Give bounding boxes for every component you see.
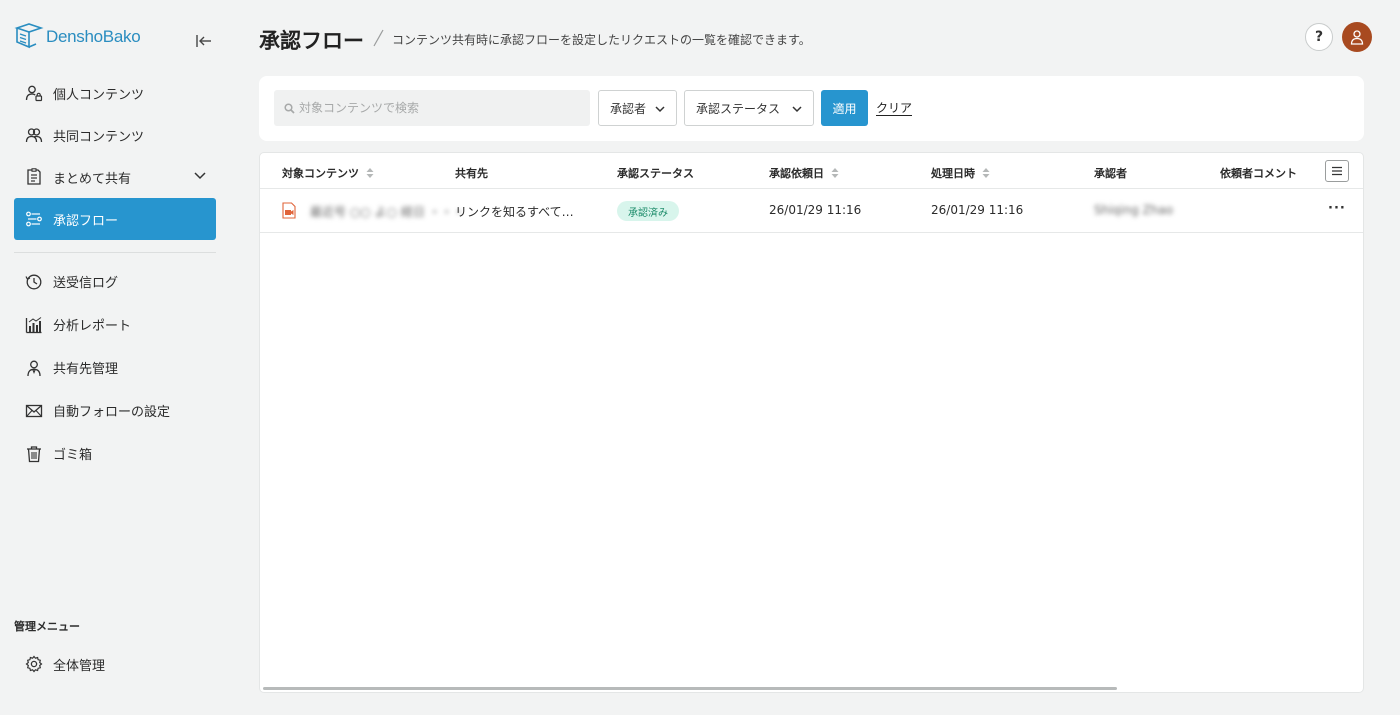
content-name[interactable]: 最近号 ○○ よ○ 経日 ・・・: [310, 203, 465, 220]
admin-menu-label: 管理メニュー: [14, 620, 80, 633]
logo-box-icon: [14, 23, 44, 49]
processed-date: 26/01/29 11:16: [931, 203, 1024, 217]
sidebar-item-label: 分析レポート: [53, 319, 132, 334]
person-lock-icon: [24, 83, 44, 103]
contact-icon: [24, 358, 44, 378]
sidebar-item-approval-flow[interactable]: 承認フロー: [14, 198, 216, 240]
page-description: コンテンツ共有時に承認フローを設定したリクエストの一覧を確認できます。: [392, 33, 811, 47]
sidebar-item-label: 共同コンテンツ: [53, 129, 145, 145]
search-icon: [284, 102, 295, 114]
clear-link[interactable]: クリア: [876, 101, 913, 116]
app-root: DenshoBako 個人コンテンツ 共同コンテンツ まとめて共有 承認フロー …: [0, 0, 1400, 715]
chevron-down-icon: [655, 106, 665, 113]
column-header-requester-comment: 依頼者コメント: [1220, 167, 1297, 180]
sidebar-nav: 個人コンテンツ 共同コンテンツ まとめて共有 承認フロー: [14, 72, 216, 240]
status-filter-dropdown[interactable]: 承認ステータス: [684, 90, 814, 126]
bulk-share-icon: [24, 167, 44, 187]
column-header-requested-date[interactable]: 承認依頼日: [769, 165, 839, 181]
column-header-approver: 承認者: [1094, 167, 1127, 180]
row-more-button[interactable]: ···: [1328, 201, 1346, 216]
sidebar-item-label: 自動フォローの設定: [53, 405, 171, 420]
logo-text: DenshoBako: [46, 27, 141, 46]
trash-icon: [24, 444, 44, 464]
logo[interactable]: DenshoBako: [14, 20, 218, 54]
sidebar-item-label: 承認フロー: [53, 213, 119, 229]
sort-icon[interactable]: [366, 167, 374, 179]
sidebar-item-label: 全体管理: [53, 658, 106, 674]
sidebar-item-analytics-report[interactable]: 分析レポート: [14, 303, 216, 346]
sidebar-item-transfer-log[interactable]: 送受信ログ: [14, 260, 216, 303]
horizontal-scrollbar[interactable]: [263, 687, 1117, 690]
sidebar-item-label: 共有先管理: [53, 362, 119, 377]
approval-table: 対象コンテンツ 共有先 承認ステータス 承認依頼日 処理日時 承認者 依頼者コメ…: [259, 152, 1364, 693]
avatar[interactable]: [1342, 22, 1372, 52]
status-badge: 承認済み: [617, 201, 679, 221]
sidebar-divider: [14, 252, 216, 253]
sidebar-item-label: ゴミ箱: [53, 448, 93, 463]
sort-icon[interactable]: [982, 167, 990, 179]
apply-button[interactable]: 適用: [821, 90, 868, 126]
mail-icon: [24, 401, 44, 421]
search-box: [274, 90, 590, 126]
chevron-down-icon: [792, 106, 802, 113]
collapse-sidebar-button[interactable]: [192, 29, 216, 53]
column-header-content[interactable]: 対象コンテンツ: [282, 165, 374, 181]
sidebar-item-bulk-share[interactable]: まとめて共有: [14, 156, 216, 198]
user-icon: [1350, 30, 1364, 45]
approval-flow-icon: [24, 209, 44, 229]
sidebar-item-label: まとめて共有: [53, 171, 132, 187]
table-header: 対象コンテンツ 共有先 承認ステータス 承認依頼日 処理日時 承認者 依頼者コメ…: [260, 153, 1363, 189]
sidebar-item-trash[interactable]: ゴミ箱: [14, 432, 216, 475]
sidebar-nav-secondary: 送受信ログ 分析レポート 共有先管理 自動フォローの設定 ゴミ箱: [14, 260, 216, 475]
column-header-share-to: 共有先: [455, 167, 488, 180]
people-icon: [24, 125, 44, 145]
sidebar-item-overall-management[interactable]: 全体管理: [14, 643, 216, 685]
title-separator: [373, 29, 384, 47]
approver-name: Shiqing Zhao: [1094, 203, 1174, 217]
sidebar-item-auto-follow-settings[interactable]: 自動フォローの設定: [14, 389, 216, 432]
page-title: 承認フロー: [259, 29, 364, 53]
status-filter-label: 承認ステータス: [696, 101, 781, 116]
sidebar-item-label: 送受信ログ: [53, 276, 119, 291]
sidebar-item-recipient-management[interactable]: 共有先管理: [14, 346, 216, 389]
sort-icon[interactable]: [831, 167, 839, 179]
sidebar-item-shared-content[interactable]: 共同コンテンツ: [14, 114, 216, 156]
menu-lines-icon: [1332, 166, 1342, 176]
approver-filter-dropdown[interactable]: 承認者: [598, 90, 677, 126]
collapse-left-icon: [196, 35, 211, 47]
gear-icon: [24, 654, 44, 674]
column-header-status: 承認ステータス: [617, 167, 694, 180]
chevron-down-icon[interactable]: [192, 167, 208, 183]
sidebar: DenshoBako 個人コンテンツ 共同コンテンツ まとめて共有 承認フロー …: [0, 0, 230, 715]
share-to: リンクを知るすべて…: [455, 205, 574, 219]
filter-bar: 承認者 承認ステータス 適用 クリア: [259, 76, 1364, 141]
bar-chart-icon: [24, 315, 44, 335]
sidebar-item-personal-content[interactable]: 個人コンテンツ: [14, 72, 216, 114]
requested-date: 26/01/29 11:16: [769, 203, 862, 217]
column-settings-button[interactable]: [1325, 160, 1349, 182]
search-input[interactable]: [299, 101, 579, 115]
history-icon: [24, 272, 44, 292]
admin-nav: 全体管理: [14, 643, 216, 685]
approver-filter-label: 承認者: [610, 101, 647, 116]
table-row[interactable]: 最近号 ○○ よ○ 経日 ・・・ リンクを知るすべて… 承認済み 26/01/2…: [260, 189, 1363, 233]
video-file-icon: [282, 202, 296, 219]
help-button[interactable]: ?: [1305, 23, 1333, 51]
sidebar-item-label: 個人コンテンツ: [53, 87, 145, 103]
column-header-processed-date[interactable]: 処理日時: [931, 165, 990, 181]
